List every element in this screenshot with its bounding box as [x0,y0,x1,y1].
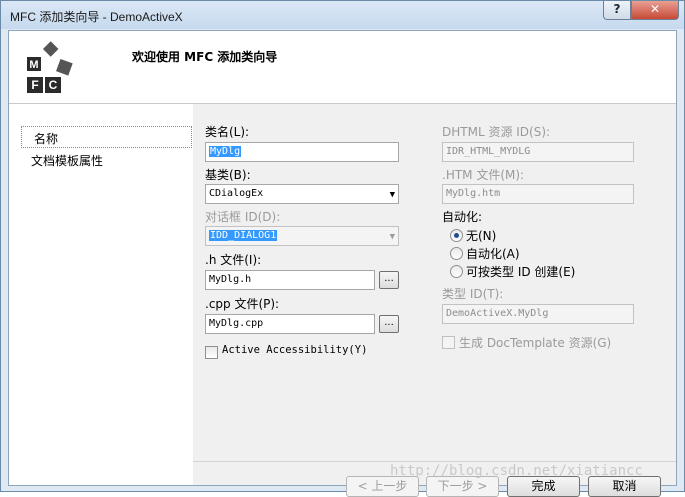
cpp-file-label: .cpp 文件(P): [205,297,280,311]
base-class-label: 基类(B): [205,168,251,182]
next-button[interactable]: 下一步 > [426,476,499,497]
automation-createable-radio[interactable] [450,265,463,278]
dialog-client: M F C 欢迎使用 MFC 添加类向导 名称 文档模板属性 类名(L): My… [8,30,677,497]
doctemplate-checkbox[interactable] [442,336,455,349]
dialog-id-label: 对话框 ID(D): [205,210,281,224]
dialog-id-combo[interactable]: IDD_DIALOG1 ▼ [205,226,399,246]
base-class-value: CDialogEx [209,188,264,199]
automation-createable-label: 可按类型 ID 创建(E) [466,265,576,279]
doctemplate-label: 生成 DocTemplate 资源(G) [459,336,612,350]
type-id-label: 类型 ID(T): [442,287,504,301]
accessibility-checkbox[interactable] [205,346,218,359]
help-button[interactable]: ? [603,1,631,20]
automation-none-label: 无(N) [466,229,497,243]
dialog-window: MFC 添加类向导 - DemoActiveX ? ✕ M F C 欢迎使用 M… [0,0,685,497]
logo-letter-f: F [31,78,38,92]
cpp-file-input[interactable]: MyDlg.cpp [205,314,375,334]
button-separator [193,461,676,462]
class-name-value: MyDlg [209,146,242,157]
automation-automation-radio[interactable] [450,247,463,260]
class-name-label: 类名(L): [205,125,250,139]
welcome-heading: 欢迎使用 MFC 添加类向导 [132,50,278,64]
type-id-input[interactable]: DemoActiveX.MyDlg [442,304,634,324]
base-class-combo[interactable]: CDialogEx ▼ [205,184,399,204]
automation-label: 自动化: [442,210,483,224]
wizard-header: M F C 欢迎使用 MFC 添加类向导 [9,31,676,104]
htm-file-input[interactable]: MyDlg.htm [442,184,634,204]
logo-letter-m: M [29,59,38,71]
blog-watermark: http://blog.csdn.net/xiatiancc [390,463,643,479]
chevron-down-icon: ▼ [389,232,395,242]
close-button[interactable]: ✕ [631,1,679,20]
automation-none-radio[interactable] [450,229,463,242]
finish-button[interactable]: 完成 [507,476,580,497]
accessibility-label: Active Accessibility(Y) [222,344,368,356]
h-file-label: .h 文件(I): [205,253,262,267]
back-button[interactable]: < 上一步 [346,476,419,497]
mfc-logo-icon: M F C [27,41,73,93]
htm-file-label: .HTM 文件(M): [442,168,525,182]
nav-item-doc-template[interactable]: 文档模板属性 [31,152,103,169]
class-name-input[interactable]: MyDlg [205,142,399,162]
dhtml-resource-id-input[interactable]: IDR_HTML_MYDLG [442,142,634,162]
wizard-nav: 名称 文档模板属性 [9,104,192,485]
automation-automation-label: 自动化(A) [466,247,520,261]
cpp-file-browse-button[interactable]: ... [379,315,399,333]
chevron-down-icon: ▼ [389,190,395,200]
h-file-input[interactable]: MyDlg.h [205,270,375,290]
nav-item-name[interactable]: 名称 [34,130,58,147]
cancel-button[interactable]: 取消 [588,476,661,497]
dhtml-resource-id-label: DHTML 资源 ID(S): [442,125,551,139]
wizard-page: 类名(L): MyDlg 基类(B): CDialogEx ▼ 对话框 ID(D… [193,104,676,497]
title-bar: MFC 添加类向导 - DemoActiveX ? ✕ [1,1,684,29]
dialog-id-value: IDD_DIALOG1 [209,230,278,241]
logo-letter-c: C [49,78,58,92]
window-title: MFC 添加类向导 - DemoActiveX [10,10,183,24]
h-file-browse-button[interactable]: ... [379,271,399,289]
